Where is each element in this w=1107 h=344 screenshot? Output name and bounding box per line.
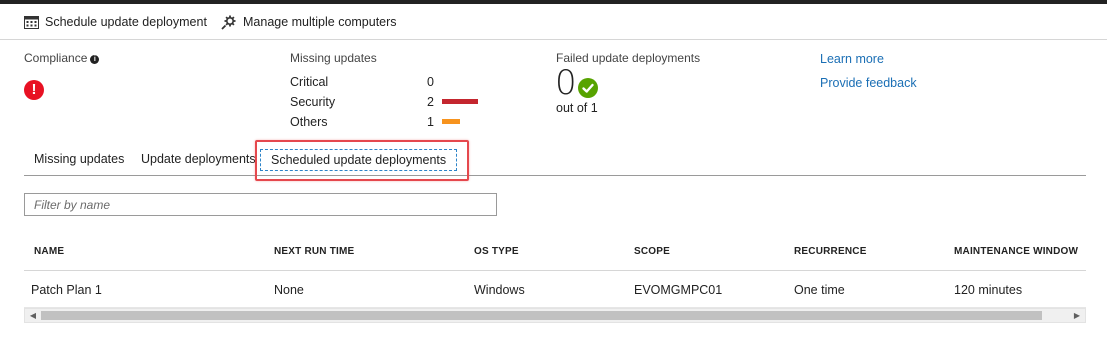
manage-multiple-computers-button[interactable]: Manage multiple computers [221, 13, 397, 31]
cell-maintenance-window: 120 minutes [954, 283, 1023, 297]
column-header-os-type[interactable]: OS TYPE [474, 246, 519, 257]
learn-more-link[interactable]: Learn more [820, 52, 884, 66]
column-header-recurrence[interactable]: RECURRENCE [794, 246, 867, 257]
calendar-icon [24, 16, 39, 29]
tab-bar: Missing updates Update deployments Sched… [24, 146, 1086, 176]
horizontal-scrollbar[interactable]: ◀ ▶ [24, 308, 1086, 323]
tab-missing-updates[interactable]: Missing updates [34, 152, 124, 166]
cell-scope: EVOMGMPC01 [634, 283, 723, 297]
failed-deployments-out-of: out of 1 [556, 101, 598, 115]
filter-by-name-input[interactable] [24, 193, 497, 216]
column-header-next-run-time[interactable]: NEXT RUN TIME [274, 246, 354, 257]
critical-count: 0 [427, 75, 434, 89]
others-bar [442, 119, 460, 124]
others-count: 1 [427, 115, 434, 129]
schedule-update-deployment-button[interactable]: Schedule update deployment [24, 13, 207, 31]
failed-deployments-count: 0 [555, 63, 577, 103]
security-count: 2 [427, 95, 434, 109]
failed-deployments-heading: Failed update deployments [556, 51, 701, 65]
missing-updates-heading: Missing updates [290, 51, 377, 65]
tab-update-deployments[interactable]: Update deployments [141, 152, 256, 166]
scheduled-deployments-table: NAME NEXT RUN TIME OS TYPE SCOPE RECURRE… [24, 232, 1086, 308]
provide-feedback-link[interactable]: Provide feedback [820, 76, 917, 90]
others-label: Others [290, 115, 328, 129]
critical-label: Critical [290, 75, 329, 89]
scrollbar-thumb[interactable] [41, 311, 1042, 320]
compliance-label: Compliance [24, 51, 88, 65]
cell-recurrence: One time [794, 283, 845, 297]
table-row[interactable]: Patch Plan 1 None Windows EVOMGMPC01 One… [24, 271, 1086, 308]
security-bar [442, 99, 478, 104]
command-bar: Schedule update deployment Manage multip… [0, 4, 1107, 40]
success-check-icon [578, 78, 598, 98]
table-header: NAME NEXT RUN TIME OS TYPE SCOPE RECURRE… [24, 232, 1086, 271]
error-icon: ! [24, 80, 44, 100]
gear-icon [221, 15, 236, 30]
tab-scheduled-update-deployments[interactable]: Scheduled update deployments [260, 149, 458, 171]
info-icon[interactable]: i [90, 55, 100, 64]
manage-multiple-computers-label: Manage multiple computers [243, 15, 397, 29]
cell-os-type: Windows [474, 283, 525, 297]
cell-next-run-time: None [274, 283, 304, 297]
column-header-scope[interactable]: SCOPE [634, 246, 670, 257]
column-header-name[interactable]: NAME [34, 246, 64, 257]
scroll-right-arrow-icon[interactable]: ▶ [1070, 310, 1084, 322]
column-header-maintenance-window[interactable]: MAINTENANCE WINDOW [954, 246, 1078, 257]
schedule-update-deployment-label: Schedule update deployment [45, 15, 207, 29]
cell-name: Patch Plan 1 [31, 283, 102, 297]
compliance-heading: Compliance i [24, 51, 100, 65]
scroll-left-arrow-icon[interactable]: ◀ [26, 310, 40, 322]
security-label: Security [290, 95, 336, 109]
